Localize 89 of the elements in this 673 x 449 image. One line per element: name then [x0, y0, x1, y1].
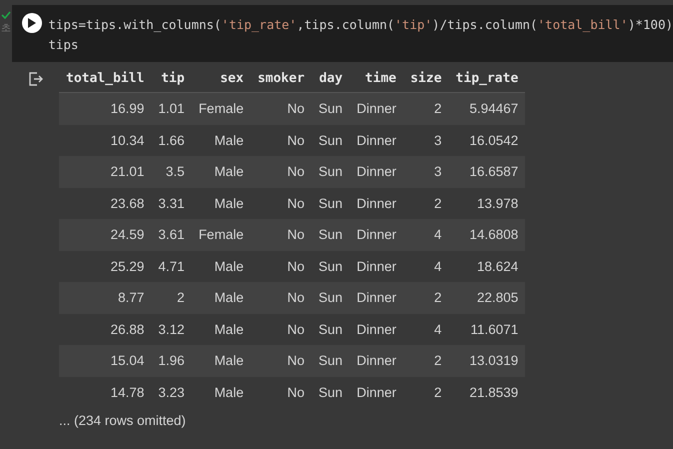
table-cell: 10.34	[59, 124, 152, 156]
table-cell: 1.96	[151, 345, 192, 376]
table-cell: 4	[403, 250, 449, 282]
table-cell: 2	[403, 345, 449, 376]
table-cell: 2	[403, 282, 449, 314]
table-cell: Dinner	[350, 92, 404, 124]
table-cell: 16.99	[59, 92, 152, 124]
execution-status: 초	[1, 22, 12, 35]
table-cell: Sun	[312, 250, 350, 282]
table-cell: 22.805	[448, 282, 526, 314]
checkmark-icon	[1, 11, 12, 19]
table-cell: Male	[192, 250, 251, 282]
table-cell: 21.01	[59, 156, 152, 188]
table-cell: Sun	[312, 314, 350, 345]
table-cell: 14.78	[59, 376, 152, 408]
table-cell: Dinner	[350, 219, 404, 250]
table-cell: 2	[151, 282, 192, 314]
table-cell: Sun	[312, 92, 350, 124]
table-cell: No	[250, 376, 312, 408]
table-cell: Sun	[312, 282, 350, 314]
table-cell: Dinner	[350, 376, 404, 408]
table-cell: No	[250, 156, 312, 188]
table-cell: 4	[403, 314, 449, 345]
table-cell: 25.29	[59, 250, 152, 282]
table-cell: Dinner	[350, 282, 404, 314]
table-cell: 13.978	[448, 188, 526, 219]
table-cell: 24.59	[59, 219, 152, 250]
table-cell: 3.61	[151, 219, 192, 250]
table-cell: Male	[192, 376, 251, 408]
code-line: tips=tips.with_columns('tip_rate',tips.column('tip')/tips.column('total_bill')*100)	[48, 16, 673, 34]
table-cell: No	[250, 282, 312, 314]
table-cell: Female	[192, 219, 251, 250]
table-cell: Male	[192, 314, 251, 345]
table-cell: Male	[192, 156, 251, 188]
table-cell: 2	[403, 92, 449, 124]
table-cell: No	[250, 92, 312, 124]
table-cell: 8.77	[59, 282, 152, 314]
table-cell: 5.94467	[448, 92, 526, 124]
table-cell: 1.66	[151, 124, 192, 156]
table-cell: 4	[403, 219, 449, 250]
table-cell: No	[250, 219, 312, 250]
run-button[interactable]	[22, 13, 42, 33]
table-cell: 3.5	[151, 156, 192, 188]
table-cell: Sun	[312, 345, 350, 376]
code-cell[interactable]: tips=tips.with_columns('tip_rate',tips.column('tip')/tips.column('total_bill')*100) tips	[12, 5, 673, 62]
code-line: tips	[48, 36, 80, 54]
table-cell: Dinner	[350, 314, 404, 345]
table-cell: Sun	[312, 376, 350, 408]
table-cell: 4.71	[151, 250, 192, 282]
table-cell: 3	[403, 156, 449, 188]
table-cell: 15.04	[59, 345, 152, 376]
table-cell: 3	[403, 124, 449, 156]
table-cell: Dinner	[350, 345, 404, 376]
play-icon	[28, 18, 36, 28]
rows-omitted-note: ... (234 rows omitted)	[59, 413, 187, 428]
table-cell: Dinner	[350, 188, 404, 219]
output-icon[interactable]	[29, 72, 43, 86]
table-cell: No	[250, 345, 312, 376]
table-cell: 23.68	[59, 188, 152, 219]
table-cell: Dinner	[350, 250, 404, 282]
table-cell: 3.31	[151, 188, 192, 219]
table-cell: No	[250, 250, 312, 282]
table-cell: Male	[192, 282, 251, 314]
table-cell: 3.23	[151, 376, 192, 408]
table-cell: 11.6071	[448, 314, 526, 345]
table-cell: Dinner	[350, 124, 404, 156]
table-cell: Male	[192, 124, 251, 156]
table-cell: No	[250, 188, 312, 219]
table-cell: Sun	[312, 156, 350, 188]
table-cell: Female	[192, 92, 251, 124]
table-cell: 14.6808	[448, 219, 526, 250]
table-cell: Male	[192, 345, 251, 376]
table-cell: 3.12	[151, 314, 192, 345]
table-cell: 26.88	[59, 314, 152, 345]
table-cell: 16.0542	[448, 124, 526, 156]
table-cell: 2	[403, 188, 449, 219]
table-cell: 18.624	[448, 250, 526, 282]
table-cell: 16.6587	[448, 156, 526, 188]
table-cell: 1.01	[151, 92, 192, 124]
table-cell: 2	[403, 376, 449, 408]
table-cell: 21.8539	[448, 376, 526, 408]
table-cell: 13.0319	[448, 345, 526, 376]
table-cell: Sun	[312, 124, 350, 156]
table-cell: No	[250, 314, 312, 345]
table-cell: Dinner	[350, 156, 404, 188]
table-cell: Sun	[312, 219, 350, 250]
table-cell: Male	[192, 188, 251, 219]
table-cell: Sun	[312, 188, 350, 219]
table-cell: No	[250, 124, 312, 156]
